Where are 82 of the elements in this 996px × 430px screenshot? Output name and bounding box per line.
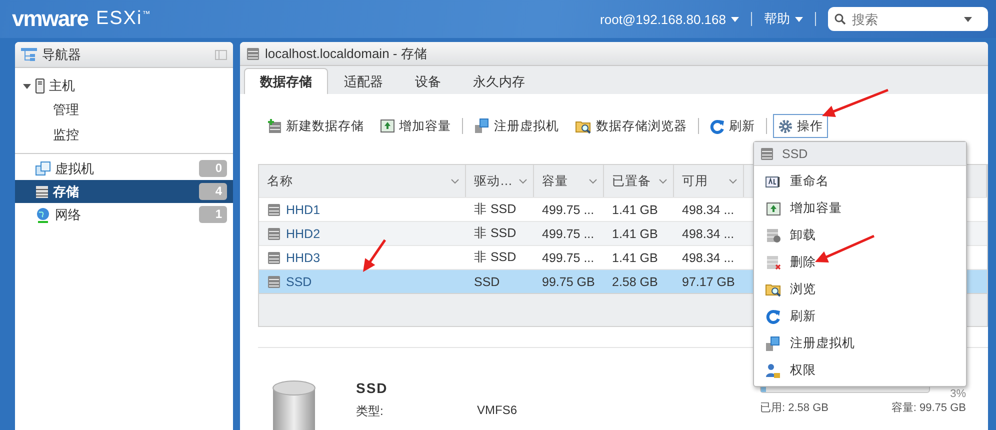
table-cell-text: 1.41 GB [611, 250, 659, 266]
caret-icon [731, 16, 739, 22]
cubes-icon [474, 118, 490, 134]
server-icon [35, 78, 45, 94]
menu-item[interactable]: 重命名 [754, 168, 966, 195]
datastore-name: SSD [356, 380, 389, 396]
table-cell-text: 498.34 ... [681, 250, 736, 266]
table-cell-text: 1.41 GB [611, 202, 659, 218]
table-cell-text: SSD [473, 274, 501, 290]
panel-title: localhost.localdomain - 存储 [265, 44, 428, 63]
user-menu[interactable]: root@192.168.80.168 [600, 12, 739, 26]
chevron-icon [729, 178, 737, 184]
count-badge: 0 [199, 160, 227, 177]
table-cell-text: 非 SSD [473, 249, 518, 266]
table-cell-text: 2.58 GB [611, 274, 659, 290]
table-cell-text: 498.34 ... [681, 226, 736, 242]
navigator-title: 导航器 [42, 46, 82, 64]
refresh-icon [710, 118, 725, 134]
search-icon [834, 13, 846, 25]
datastore-link[interactable]: HHD2 [286, 226, 320, 240]
nav-item[interactable]: 网络 1 [15, 203, 233, 226]
windows-icon [35, 160, 51, 176]
nav-item[interactable]: 存储 4 [15, 180, 233, 203]
table-cell-text: 99.75 GB [541, 274, 596, 290]
upload-icon [380, 119, 395, 133]
text-field-icon [765, 176, 781, 188]
folder-search-icon [575, 118, 592, 134]
user-lock-icon [765, 362, 781, 378]
datastore-link[interactable]: HHD1 [286, 202, 320, 216]
folder-search-icon [764, 282, 782, 297]
upload-icon [766, 202, 780, 216]
menu-header: SSD [782, 146, 808, 160]
count-badge: 4 [199, 183, 227, 200]
usage-percent: 3% [950, 388, 966, 400]
table-cell-text: 499.75 ... [541, 202, 596, 218]
field-label: 类型: [356, 403, 384, 420]
table-cell-text: 499.75 ... [541, 226, 596, 242]
annotation-arrow [815, 234, 874, 262]
menu-item[interactable]: 增加容量 [754, 195, 966, 222]
capacity-text: 容量: 99.75 GB [891, 400, 966, 415]
table-cell-text: 非 SSD [473, 201, 518, 218]
tab[interactable]: 数据存储 [244, 68, 328, 94]
annotation-arrow [822, 88, 888, 118]
tab[interactable]: 适配器 [328, 68, 399, 94]
chevron-icon [451, 178, 459, 184]
datastore-link[interactable]: SSD [286, 274, 312, 288]
menu-item[interactable]: 注册虚拟机 [754, 330, 966, 357]
tab[interactable]: 设备 [399, 68, 457, 94]
chevron-icon [589, 178, 597, 184]
datastore-link[interactable]: HHD3 [286, 250, 320, 264]
nav-item[interactable]: 虚拟机 0 [15, 157, 233, 180]
table-cell-text: 499.75 ... [541, 250, 596, 266]
search-field[interactable]: 搜索 [828, 7, 988, 31]
menu-item[interactable]: 权限 [754, 357, 966, 384]
toolbar-button[interactable]: 操作 [773, 114, 828, 138]
nav-item[interactable]: 监控 [15, 122, 233, 147]
table-cell-text: 1.41 GB [611, 226, 659, 242]
expanded-icon[interactable] [23, 82, 31, 90]
table-cell-text: 498.34 ... [681, 202, 736, 218]
count-badge: 1 [199, 206, 227, 223]
product-name: ESXi$^{™}$ [96, 8, 152, 30]
tab[interactable]: 永久内存 [457, 68, 541, 94]
chevron-icon [519, 178, 527, 184]
table-cell-text: 97.17 GB [681, 274, 736, 290]
globe-icon [35, 206, 51, 222]
menu-item[interactable]: 刷新 [754, 303, 966, 330]
caret-icon [795, 16, 803, 22]
sitemap-icon [21, 48, 37, 62]
nav-item[interactable]: 管理 [15, 97, 233, 122]
cubes-icon [765, 336, 781, 352]
refresh-icon [766, 309, 780, 324]
brand-logo: vmware [12, 6, 88, 32]
table-cell-text: 非 SSD [473, 225, 518, 242]
used-text: 已用: 2.58 GB [760, 401, 828, 415]
nav-item[interactable]: 主机 [15, 74, 233, 97]
chevron-icon [659, 178, 667, 184]
caret-icon [964, 16, 972, 22]
help-menu[interactable]: 帮助 [764, 10, 803, 28]
database-icon [272, 380, 316, 430]
field-value: VMFS6 [477, 403, 518, 419]
gear-icon [778, 118, 793, 134]
annotation-arrow [363, 239, 386, 272]
